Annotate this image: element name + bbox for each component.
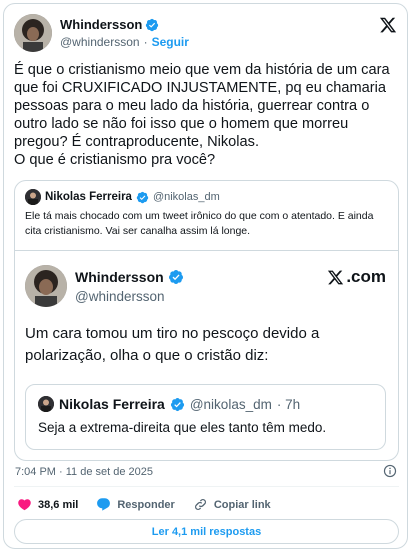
embedded-tweet-text: Um cara tomou um tiro no pescoço devido … <box>25 325 320 364</box>
embedded-author-handle: @whindersson <box>75 289 165 304</box>
reply-label: Responder <box>117 498 175 511</box>
like-button[interactable]: 38,6 mil <box>17 497 78 512</box>
divider <box>14 486 399 487</box>
verified-badge-icon <box>136 191 149 203</box>
verified-badge-icon <box>168 270 183 284</box>
heart-icon <box>18 499 31 511</box>
reply-bubble-icon <box>97 498 111 511</box>
quoted-tweet-text: Ele tá mais chocado com um tweet irônico… <box>25 210 374 237</box>
x-logo-icon <box>328 270 344 284</box>
author-name[interactable]: Whindersson <box>60 17 142 32</box>
author-avatar[interactable] <box>14 14 52 52</box>
tweet-actions: 38,6 mil Responder Copiar link <box>17 497 289 512</box>
x-logo-icon[interactable] <box>379 16 397 34</box>
tweet-timestamp[interactable]: 7:04 PM · 11 de set de 2025 <box>15 466 153 478</box>
quoted-tweet[interactable]: Nikolas Ferreira @nikolas_dm Ele tá mais… <box>14 180 399 461</box>
embedded-quoted-handle: @nikolas_dm <box>189 396 272 412</box>
embedded-quoted-text: Seja a extrema-direita que eles tanto tê… <box>38 420 327 435</box>
embedded-author-avatar <box>25 265 67 307</box>
embedded-quoted-avatar <box>38 396 54 412</box>
follow-button[interactable]: Seguir <box>152 35 189 49</box>
brand-text: .com <box>346 267 386 286</box>
quoted-author-handle: @nikolas_dm <box>152 191 220 203</box>
info-icon[interactable] <box>383 464 397 478</box>
quoted-author-avatar <box>25 189 41 205</box>
verified-badge-icon <box>146 18 159 31</box>
embedded-quoted-name: Nikolas Ferreira <box>59 396 165 412</box>
reply-button[interactable]: Responder <box>96 497 175 512</box>
tweet-header: Whindersson @whindersson · Seguir <box>14 14 399 54</box>
tweet-card: Whindersson @whindersson · Seguir É que … <box>3 3 408 549</box>
embedded-tweet-image: Whindersson @whindersson .com Um cara to… <box>15 250 398 461</box>
x-com-brand: .com <box>327 267 386 287</box>
link-icon <box>194 499 206 510</box>
verified-badge-icon <box>170 397 184 411</box>
copy-link-button[interactable]: Copiar link <box>193 497 271 512</box>
embedded-quoted-time: · 7h <box>276 396 301 412</box>
tweet-text: É que o cristianismo meio que vem da his… <box>14 62 390 168</box>
read-replies-button[interactable]: Ler 4,1 mil respostas <box>14 519 399 544</box>
like-count: 38,6 mil <box>38 498 79 511</box>
embedded-author-name: Whindersson <box>75 269 164 285</box>
copy-link-label: Copiar link <box>213 498 271 511</box>
author-handle[interactable]: @whindersson <box>60 35 140 49</box>
quoted-author-name: Nikolas Ferreira <box>45 191 132 203</box>
embedded-quoted-tweet: Nikolas Ferreira @nikolas_dm · 7h Seja a… <box>25 384 386 450</box>
separator-dot: · <box>143 35 148 49</box>
